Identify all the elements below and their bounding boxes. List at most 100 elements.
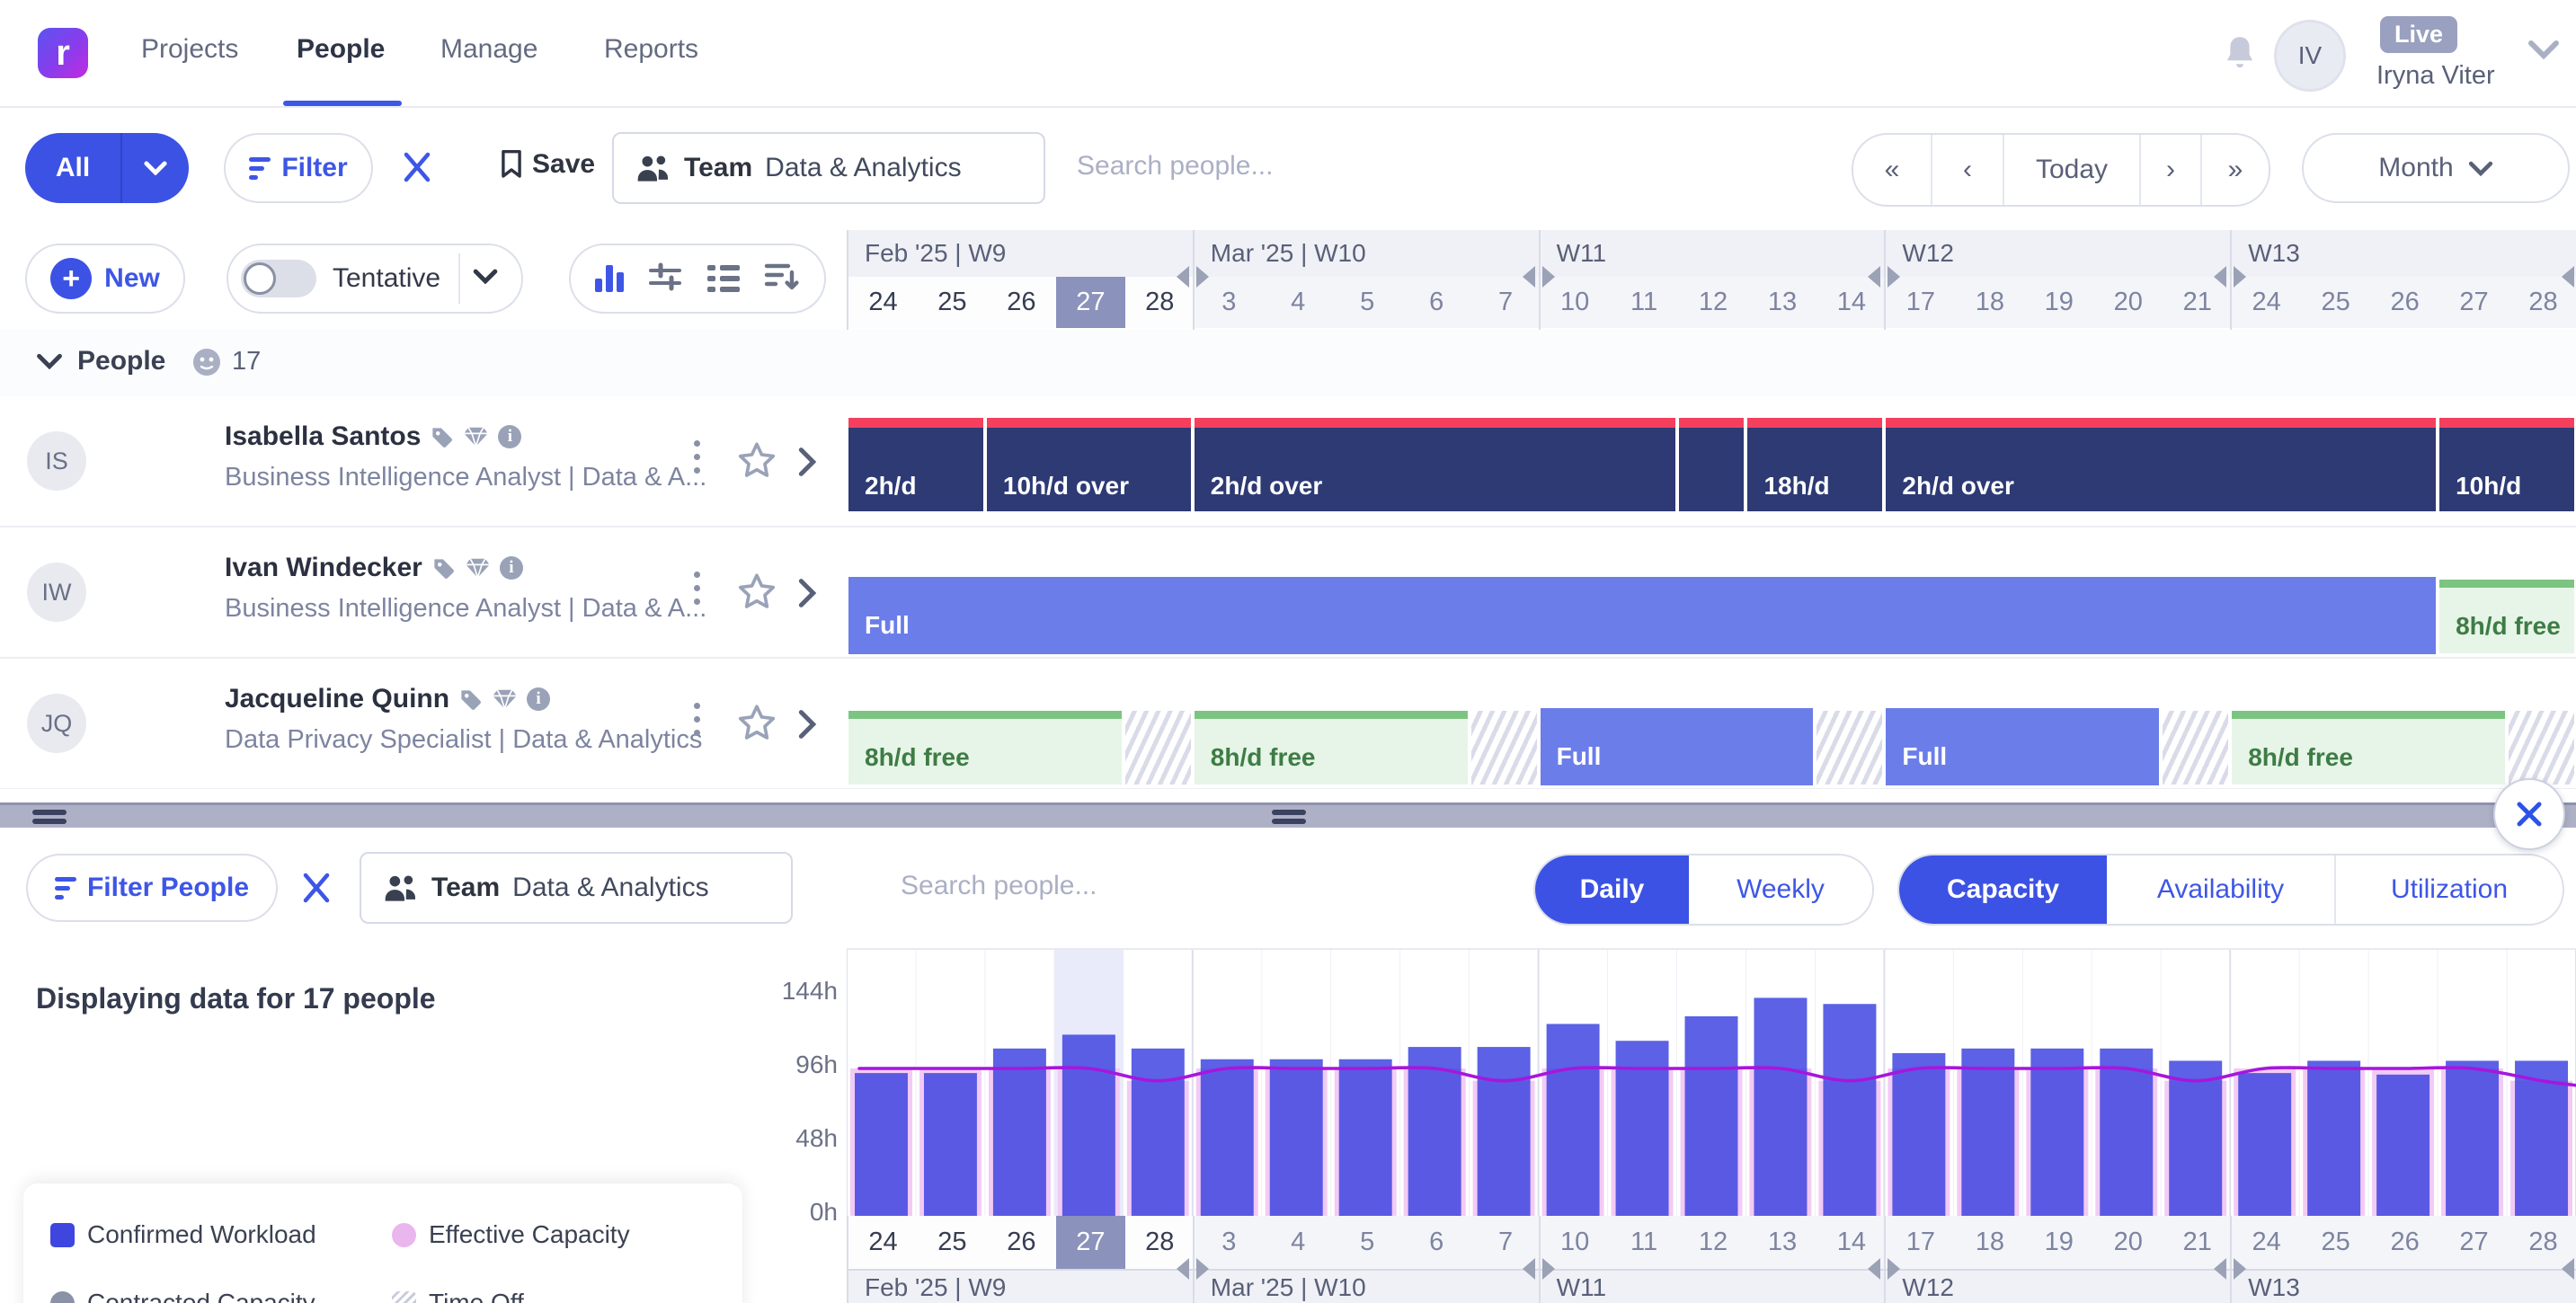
expand-week-right-icon[interactable] <box>1542 1258 1555 1280</box>
search-people-input[interactable] <box>1075 150 1402 182</box>
save-view-button[interactable]: Save <box>500 149 595 180</box>
filter-button[interactable]: Filter <box>224 133 373 203</box>
date-cell[interactable]: 27 <box>2439 277 2509 328</box>
zoom-level-select[interactable]: Month <box>2302 133 2570 203</box>
date-cell[interactable]: 25 <box>918 1216 987 1269</box>
date-cell[interactable]: 20 <box>2093 1216 2163 1269</box>
new-button[interactable]: + New <box>25 244 185 314</box>
allocation-overbooked-segment[interactable]: 2h/d <box>848 418 983 511</box>
today-date-cell[interactable]: 27 <box>1056 1216 1125 1269</box>
star-icon[interactable] <box>737 441 777 483</box>
person-name[interactable]: Isabella Santos <box>225 421 421 452</box>
person-name[interactable]: Jacqueline Quinn <box>225 684 449 714</box>
list-view-icon[interactable] <box>707 265 740 292</box>
nav-item-manage[interactable]: Manage <box>440 34 537 65</box>
toggle-option-capacity[interactable]: Capacity <box>1899 855 2107 924</box>
toggle-option-daily[interactable]: Daily <box>1535 855 1689 924</box>
filter-people-button[interactable]: Filter People <box>26 854 278 922</box>
clear-filter-icon[interactable] <box>298 870 334 910</box>
step-forward-button[interactable]: › <box>2141 135 2202 205</box>
collapse-week-left-icon[interactable] <box>2214 266 2226 288</box>
date-cell[interactable]: 26 <box>2370 277 2439 328</box>
collapse-week-left-icon[interactable] <box>1177 266 1189 288</box>
expand-week-right-icon[interactable] <box>1542 266 1555 288</box>
team-filter-chip[interactable]: Team Data & Analytics <box>612 132 1045 204</box>
resize-handle[interactable] <box>32 810 67 824</box>
date-cell[interactable]: 24 <box>848 277 918 328</box>
allocation-full-segment[interactable]: Full <box>848 577 2436 654</box>
person-avatar[interactable]: IW <box>27 563 86 622</box>
date-cell[interactable]: 5 <box>1333 277 1402 328</box>
open-person-chevron-right-icon[interactable] <box>798 447 816 482</box>
allocation-full-segment[interactable]: Full <box>1886 708 2159 785</box>
user-avatar[interactable]: IV <box>2274 20 2346 92</box>
date-cell[interactable]: 26 <box>987 277 1056 328</box>
allocation-overbooked-segment[interactable]: 2h/d over <box>1886 418 2436 511</box>
notifications-bell-icon[interactable] <box>2218 31 2261 77</box>
date-cell[interactable]: 18 <box>1955 277 2024 328</box>
date-cell[interactable]: 4 <box>1264 1216 1333 1269</box>
open-person-chevron-right-icon[interactable] <box>798 578 816 613</box>
sort-icon[interactable] <box>764 261 800 297</box>
date-cell[interactable]: 19 <box>2024 1216 2093 1269</box>
date-cell[interactable]: 5 <box>1333 1216 1402 1269</box>
collapse-chevron-down-icon[interactable] <box>36 353 63 374</box>
people-section-header[interactable]: People 17 <box>0 330 2576 398</box>
expand-week-right-icon[interactable] <box>2234 266 2246 288</box>
tentative-toggle[interactable] <box>241 260 316 297</box>
allocation-free-segment[interactable]: 8h/d free <box>2439 580 2574 653</box>
expand-week-right-icon[interactable] <box>1196 1258 1209 1280</box>
collapse-week-left-icon[interactable] <box>2562 266 2574 288</box>
allocation-overbooked-segment[interactable]: 18h/d <box>1747 418 1882 511</box>
date-cell[interactable]: 6 <box>1402 1216 1471 1269</box>
date-cell[interactable]: 11 <box>1610 1216 1679 1269</box>
date-cell[interactable]: 20 <box>2093 277 2163 328</box>
date-cell[interactable]: 13 <box>1747 277 1817 328</box>
expand-week-right-icon[interactable] <box>2234 1258 2246 1280</box>
nav-item-people[interactable]: People <box>297 34 385 65</box>
date-cell[interactable]: 25 <box>2301 277 2370 328</box>
collapse-week-left-icon[interactable] <box>2214 1258 2226 1280</box>
date-cell[interactable]: 6 <box>1402 277 1471 328</box>
person-name[interactable]: Ivan Windecker <box>225 553 422 583</box>
open-person-chevron-right-icon[interactable] <box>798 709 816 744</box>
collapse-week-left-icon[interactable] <box>1523 266 1535 288</box>
time-off-segment[interactable] <box>1125 711 1191 784</box>
expand-week-right-icon[interactable] <box>1888 266 1900 288</box>
date-cell[interactable]: 25 <box>918 277 987 328</box>
date-cell[interactable]: 13 <box>1747 1216 1817 1269</box>
allocation-free-segment[interactable]: 8h/d free <box>1195 711 1468 784</box>
date-cell[interactable]: 26 <box>987 1216 1056 1269</box>
date-cell[interactable]: 12 <box>1679 277 1748 328</box>
info-icon[interactable]: i <box>527 687 550 711</box>
collapse-week-left-icon[interactable] <box>2562 1258 2574 1280</box>
date-cell[interactable]: 27 <box>2439 1216 2509 1269</box>
user-menu-chevron-down-icon[interactable] <box>2527 40 2560 64</box>
all-filter-button[interactable]: All <box>25 133 189 203</box>
expand-week-right-icon[interactable] <box>1888 1258 1900 1280</box>
team-filter-chip[interactable]: Team Data & Analytics <box>360 852 793 924</box>
toggle-option-utilization[interactable]: Utilization <box>2336 855 2563 924</box>
date-cell[interactable]: 12 <box>1679 1216 1748 1269</box>
date-cell[interactable]: 26 <box>2370 1216 2439 1269</box>
allocation-overbooked-segment[interactable]: 2h/d over <box>1195 418 1675 511</box>
clear-filter-icon[interactable] <box>399 149 435 190</box>
allocation-overbooked-segment[interactable]: 10h/d <box>2439 418 2574 511</box>
date-cell[interactable]: 11 <box>1610 277 1679 328</box>
time-off-segment[interactable] <box>1817 711 1882 784</box>
panel-resize-divider[interactable] <box>0 802 2576 828</box>
collapse-week-left-icon[interactable] <box>1868 1258 1880 1280</box>
jump-back-button[interactable]: « <box>1853 135 1932 205</box>
info-icon[interactable]: i <box>500 556 523 580</box>
expand-week-right-icon[interactable] <box>1196 266 1209 288</box>
time-off-segment[interactable] <box>2509 711 2574 784</box>
collapse-week-left-icon[interactable] <box>1177 1258 1189 1280</box>
search-people-input[interactable] <box>899 870 1226 902</box>
allocation-overbooked-segment[interactable]: 10h/d over <box>987 418 1191 511</box>
today-button[interactable]: Today <box>2004 135 2141 205</box>
step-back-button[interactable]: ‹ <box>1932 135 2004 205</box>
date-cell[interactable]: 24 <box>848 1216 918 1269</box>
date-cell[interactable]: 4 <box>1264 277 1333 328</box>
toggle-option-weekly[interactable]: Weekly <box>1689 855 1872 924</box>
time-off-segment[interactable] <box>2163 711 2228 784</box>
